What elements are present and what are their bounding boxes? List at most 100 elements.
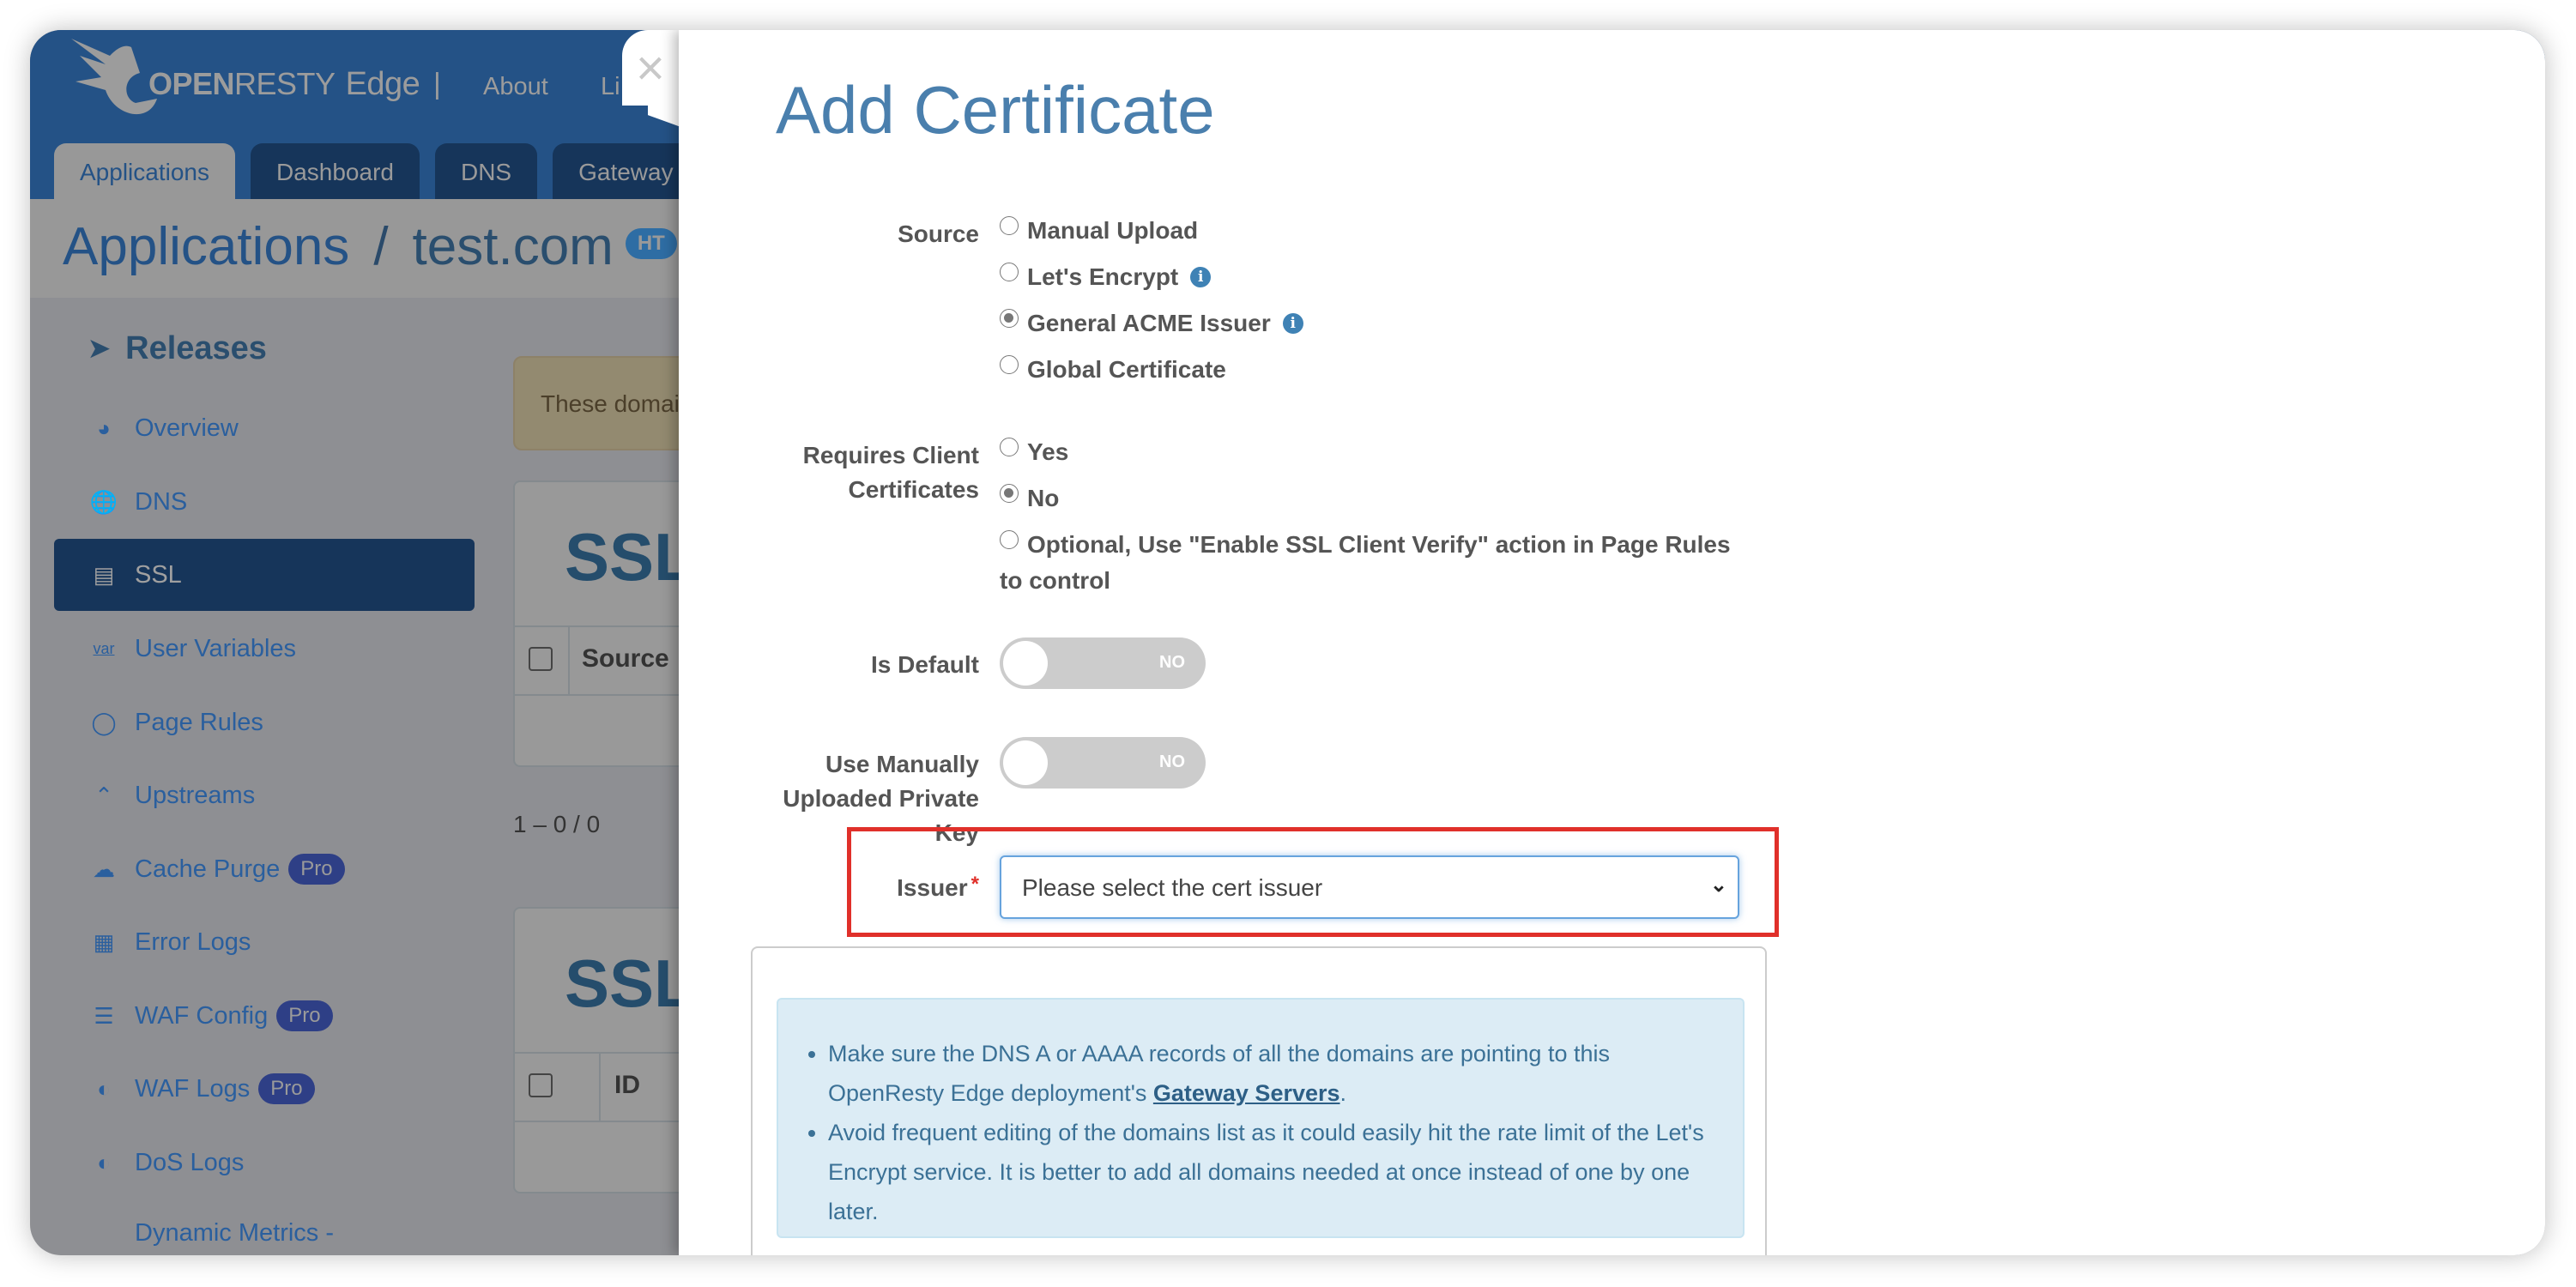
paper-plane-icon: ➤ xyxy=(88,335,111,363)
option-label: No xyxy=(1027,485,1060,511)
toggle-knob xyxy=(1003,740,1048,785)
radio-lets-encrypt[interactable] xyxy=(1000,263,1019,281)
radio-yes[interactable] xyxy=(1000,438,1019,456)
sidebar-item-label: Upstreams xyxy=(135,781,256,809)
sidebar-item-ssl[interactable]: ▤ SSL xyxy=(54,539,475,611)
page-rules-icon: ◯ xyxy=(91,709,117,735)
nav-about[interactable]: About xyxy=(483,73,548,101)
breadcrumb-applications[interactable]: Applications xyxy=(63,217,349,276)
sidebar-item-label: DNS xyxy=(135,487,188,516)
sidebar-item-label: Overview xyxy=(135,414,239,442)
sidebar-item-label: WAF Logs xyxy=(135,1074,251,1103)
sidebar-item-page-rules[interactable]: ◯ Page Rules xyxy=(54,686,475,758)
issuer-select[interactable]: Please select the cert issuer ⌄ xyxy=(1000,855,1739,919)
cloud-icon: ☁ xyxy=(93,855,115,882)
sidebar-item-dynamic-metrics[interactable]: Dynamic Metrics - xyxy=(54,1197,475,1255)
optional-label-cont: to control xyxy=(1000,567,1111,594)
source-option-global-certificate[interactable]: Global Certificate xyxy=(1000,355,1226,384)
option-label: Manual Upload xyxy=(1027,217,1199,244)
option-label: General ACME Issuer xyxy=(1027,310,1271,336)
error-log-icon: ▦ xyxy=(93,928,115,955)
breadcrumb-separator: / xyxy=(373,217,389,276)
option-label: Global Certificate xyxy=(1027,356,1226,383)
browser-window: OPENRESTY Edge | About Li Applications Da… xyxy=(30,30,2545,1255)
is-default-label: Is Default xyxy=(870,651,979,678)
toggle-text: NO xyxy=(1159,653,1185,672)
source-option-general-acme[interactable]: General ACME Issuer i xyxy=(1000,309,1303,337)
note-rate-limit: Avoid frequent editing of the domains li… xyxy=(828,1113,1717,1231)
sidebar-item-overview[interactable]: ◕ Overview xyxy=(54,392,475,464)
toggle-text: NO xyxy=(1159,752,1185,771)
label-line: Use Manually xyxy=(825,751,979,777)
warning-text: These domai xyxy=(541,390,680,417)
client-certs-option-no[interactable]: No xyxy=(1000,484,1060,512)
sidebar-item-dos-logs[interactable]: ◐ DoS Logs xyxy=(54,1127,475,1199)
brand-resty: RESTY xyxy=(234,66,336,101)
client-certs-option-optional[interactable]: Optional, Use "Enable SSL Client Verify"… xyxy=(1000,530,1772,559)
tab-applications[interactable]: Applications xyxy=(54,143,235,199)
sidebar-item-label: Error Logs xyxy=(135,927,251,956)
radio-no[interactable] xyxy=(1000,484,1019,503)
label-line: Uploaded Private xyxy=(783,785,979,812)
radio-global-certificate[interactable] xyxy=(1000,355,1019,374)
info-icon[interactable]: i xyxy=(1282,313,1303,334)
sidebar-item-user-variables[interactable]: var User Variables xyxy=(54,613,475,685)
column-header-id[interactable]: ID xyxy=(614,1071,640,1100)
sidebar-item-waf-logs[interactable]: ◐ WAF Logs Pro xyxy=(54,1053,475,1125)
brand-open: OPEN xyxy=(148,66,235,101)
label-line: Requires Client xyxy=(802,442,979,468)
brand-separator: | xyxy=(433,68,441,100)
sidebar-item-cache-purge[interactable]: ☁ Cache Purge Pro xyxy=(54,833,475,905)
sidebar-item-upstreams[interactable]: ⌃ Upstreams xyxy=(54,759,475,831)
label-line: Certificates xyxy=(848,476,979,503)
select-all-checkbox[interactable] xyxy=(529,1073,553,1097)
waf-shield-icon: ◐ xyxy=(97,1075,111,1102)
upstreams-icon: ⌃ xyxy=(94,782,113,808)
panel-title: SSL xyxy=(565,946,695,1021)
is-default-toggle[interactable]: NO xyxy=(1000,637,1206,689)
manual-key-toggle[interactable]: NO xyxy=(1000,737,1206,789)
column-header-source[interactable]: Source xyxy=(582,644,669,674)
required-mark: * xyxy=(971,873,979,896)
source-option-lets-encrypt[interactable]: Let's Encrypt i xyxy=(1000,263,1212,291)
pro-badge: Pro xyxy=(258,1073,315,1104)
sidebar-item-label: SSL xyxy=(135,560,182,589)
radio-optional[interactable] xyxy=(1000,530,1019,549)
sidebar-item-label: Page Rules xyxy=(135,708,263,736)
info-icon[interactable]: i xyxy=(1190,267,1212,287)
close-icon[interactable]: × xyxy=(636,44,665,94)
sidebar-item-label: WAF Config xyxy=(135,1001,269,1030)
tab-dashboard[interactable]: Dashboard xyxy=(250,143,420,199)
column-divider xyxy=(568,627,570,694)
sidebar-item-label: Dynamic Metrics - xyxy=(135,1218,335,1247)
metrics-icon xyxy=(88,1218,119,1248)
source-label: Source xyxy=(898,221,979,247)
info-alert: Make sure the DNS A or AAAA records of a… xyxy=(777,998,1745,1238)
pro-badge: Pro xyxy=(276,1000,333,1031)
pro-badge: Pro xyxy=(288,854,345,885)
chevron-down-icon: ⌄ xyxy=(1709,873,1727,897)
sidebar-header[interactable]: ➤ Releases xyxy=(88,330,267,367)
note-dns: Make sure the DNS A or AAAA records of a… xyxy=(828,1034,1717,1113)
sidebar-item-waf-config[interactable]: ☰ WAF Config Pro xyxy=(54,980,475,1052)
breadcrumb: Applications / test.com HT xyxy=(63,216,677,277)
main-tabs: Applications Dashboard DNS Gateway xyxy=(54,143,699,199)
tab-dns[interactable]: DNS xyxy=(434,143,538,199)
issuer-label-text: Issuer xyxy=(897,874,968,901)
nav-license[interactable]: Li xyxy=(601,73,620,101)
tab-gateway[interactable]: Gateway xyxy=(553,143,699,199)
column-divider xyxy=(599,1054,601,1121)
sidebar-item-error-logs[interactable]: ▦ Error Logs xyxy=(54,906,475,978)
brand-edge: Edge xyxy=(345,66,420,102)
select-all-checkbox[interactable] xyxy=(529,647,553,671)
gateway-servers-link[interactable]: Gateway Servers xyxy=(1153,1080,1340,1106)
sidebar-item-dns[interactable]: 🌐 DNS xyxy=(54,466,475,538)
ssl-lock-icon: ▤ xyxy=(93,561,115,588)
option-label: Optional, Use "Enable SSL Client Verify"… xyxy=(1027,531,1731,558)
brand[interactable]: OPENRESTY Edge xyxy=(148,66,420,103)
source-option-manual-upload[interactable]: Manual Upload xyxy=(1000,216,1199,245)
client-certs-option-yes[interactable]: Yes xyxy=(1000,438,1068,466)
radio-manual-upload[interactable] xyxy=(1000,216,1019,235)
panel-title: SSL xyxy=(565,519,695,595)
radio-general-acme[interactable] xyxy=(1000,309,1019,328)
